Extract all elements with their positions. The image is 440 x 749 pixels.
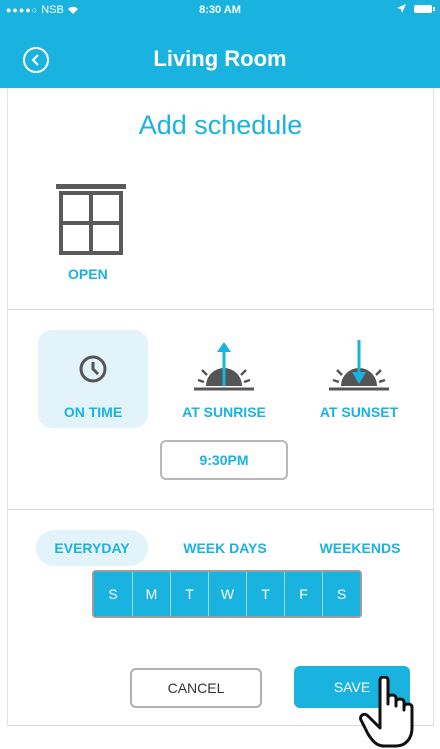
page-title: Living Room: [153, 46, 287, 71]
status-bar: ●●●●○ NSB 8:30 AM: [0, 0, 440, 22]
top-bar: ●●●●○ NSB 8:30 AM Living Room: [0, 0, 440, 88]
day-tuesday[interactable]: T: [170, 572, 208, 616]
mode-label: ON TIME: [63, 404, 123, 420]
hand-pointer-icon: [359, 676, 414, 748]
cancel-button[interactable]: CANCEL: [130, 668, 262, 708]
sunrise-icon: [194, 342, 254, 391]
day-sunday[interactable]: S: [94, 572, 132, 616]
day-monday[interactable]: M: [132, 572, 170, 616]
repeat-everyday[interactable]: EVERYDAY: [36, 530, 148, 566]
clock-icon: [79, 355, 107, 383]
schedule-action-section: Add schedule OPEN: [7, 88, 434, 310]
day-wednesday[interactable]: W: [208, 572, 246, 616]
window-icon[interactable]: [56, 184, 126, 256]
day-friday[interactable]: F: [284, 572, 322, 616]
status-right: [397, 4, 435, 13]
day-selector: S M T W T F S: [92, 570, 362, 618]
action-label: OPEN: [68, 266, 108, 282]
day-saturday[interactable]: S: [322, 572, 360, 616]
phone-screen: ●●●●○ NSB 8:30 AM Living Room Add schedu…: [0, 0, 440, 749]
location-icon: [397, 4, 406, 13]
battery-icon: [414, 4, 435, 13]
mode-label: AT SUNRISE: [182, 404, 266, 420]
repeat-weekends[interactable]: WEEKENDS: [308, 530, 412, 566]
day-thursday[interactable]: T: [246, 572, 284, 616]
time-picker-button[interactable]: 9:30PM: [160, 440, 288, 480]
mode-label: AT SUNSET: [319, 404, 399, 420]
trigger-section: ON TIME AT SUNRISE AT SUNSET 9:30PM: [7, 310, 434, 510]
sunset-icon: [329, 340, 389, 391]
repeat-week-days[interactable]: WEEK DAYS: [168, 530, 282, 566]
mode-at-sunset[interactable]: AT SUNSET: [304, 330, 414, 428]
add-schedule-heading: Add schedule: [138, 110, 303, 140]
mode-on-time[interactable]: ON TIME: [38, 330, 148, 428]
status-time: 8:30 AM: [199, 4, 241, 16]
mode-at-sunrise[interactable]: AT SUNRISE: [169, 330, 279, 428]
